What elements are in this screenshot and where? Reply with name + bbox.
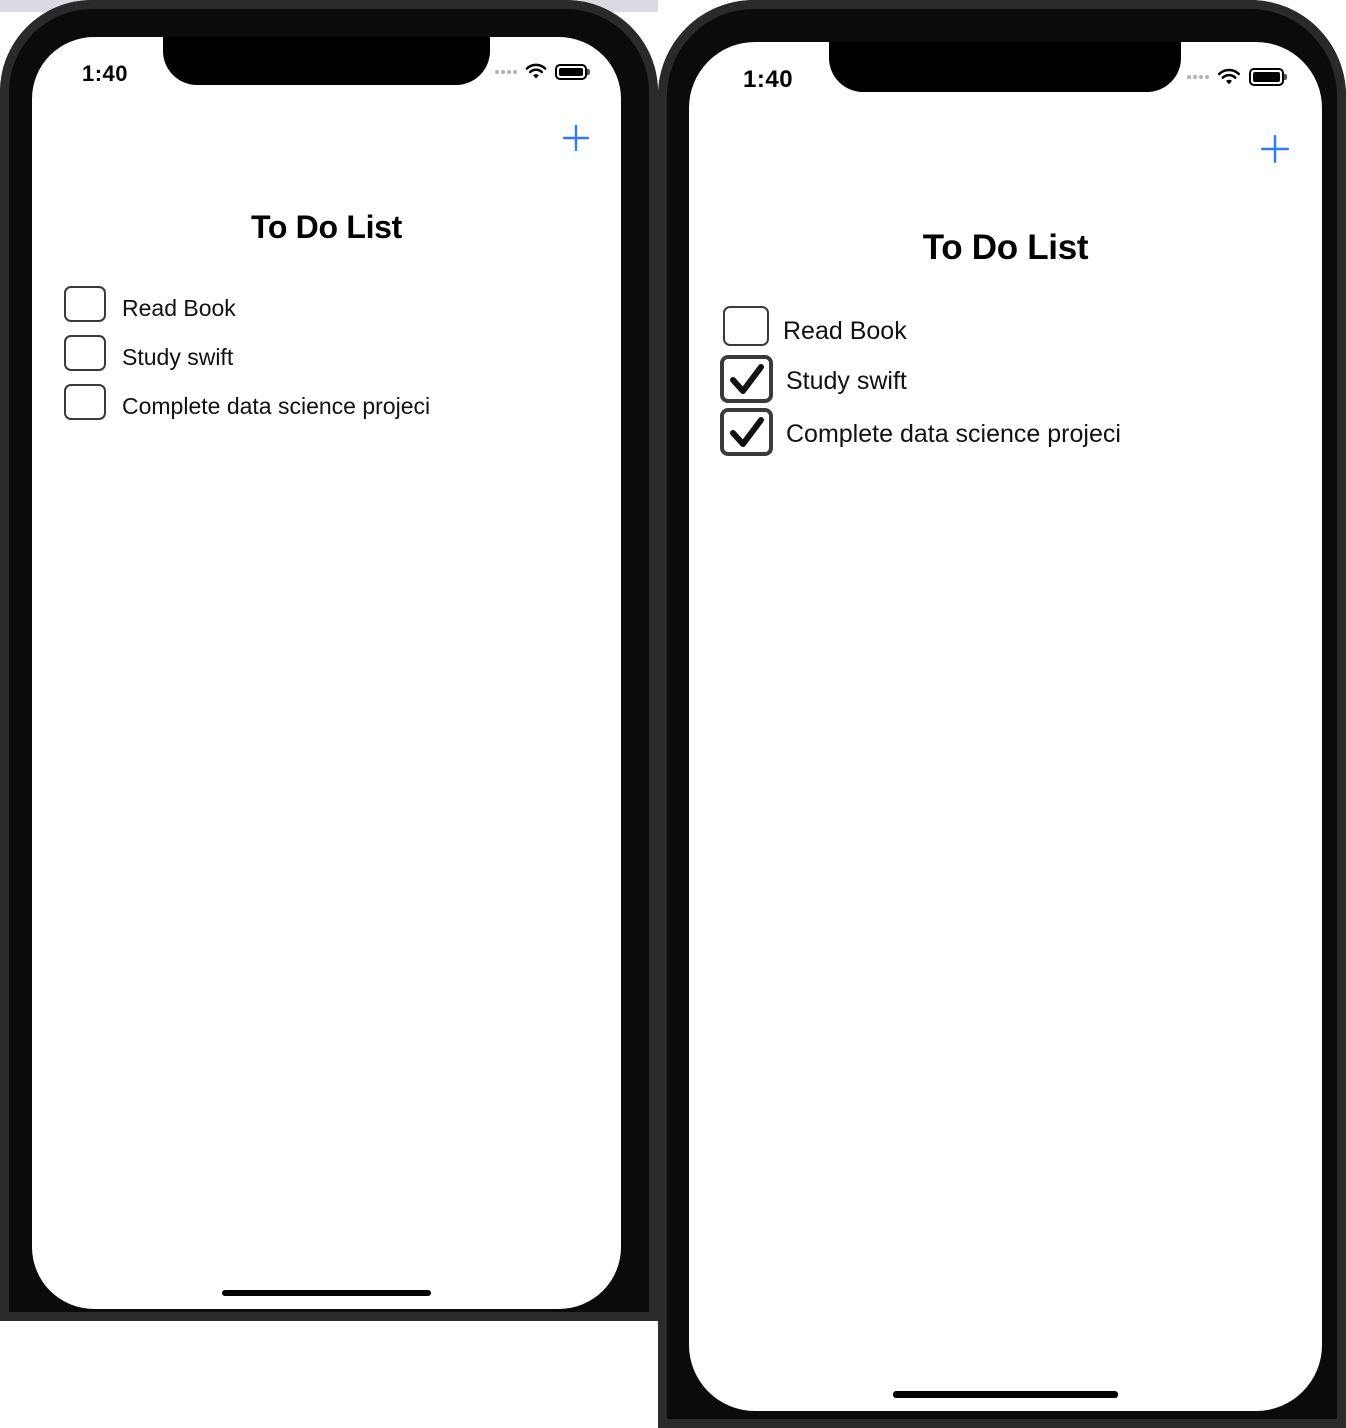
phone-screen-left: 1:40 To Do List Read Book Study swift Co… [32,37,621,1309]
todo-list: Read Book Study swift Complete data scie… [720,300,1121,458]
todo-item-label: Study swift [786,367,907,395]
checked-checkbox-icon[interactable] [720,354,773,403]
todo-item[interactable]: Read Book [64,279,430,328]
wifi-icon [525,63,547,79]
notch [163,37,490,85]
notch [829,42,1181,92]
cellular-signal-icon [1187,75,1209,79]
page-title: To Do List [250,209,403,245]
todo-list: Read Book Study swift Complete data scie… [64,279,430,426]
todo-item-label: Read Book [122,295,236,321]
plus-icon[interactable] [1260,134,1290,164]
unchecked-checkbox-icon[interactable] [64,383,106,420]
plus-icon[interactable] [562,124,590,152]
phone-frame-right: 1:40 To Do List Read Book Study swift Co… [658,0,1346,1428]
checked-checkbox-icon[interactable] [720,407,773,456]
status-time: 1:40 [82,61,129,86]
phone-frame-left: 1:40 To Do List Read Book Study swift Co… [0,0,658,1321]
todo-item[interactable]: Read Book [720,300,1121,352]
empty-area [0,1321,658,1428]
home-indicator [222,1290,431,1296]
status-time: 1:40 [743,66,794,93]
checkmark-icon [729,416,764,447]
phone-screen-right: 1:40 To Do List Read Book Study swift Co… [689,42,1322,1411]
checkmark-icon [729,363,764,394]
comparison-canvas: 1:40 To Do List Read Book Study swift Co… [0,0,1346,1428]
todo-item-label: Read Book [783,316,907,345]
home-indicator [893,1391,1118,1398]
status-icons [495,63,590,80]
page-title: To Do List [922,228,1089,267]
battery-icon [555,63,590,80]
todo-item-label: Complete data science projeci [122,393,431,419]
unchecked-checkbox-icon[interactable] [723,306,769,346]
wifi-icon [1217,68,1241,85]
cellular-signal-icon [495,69,517,74]
todo-item-label: Complete data science projeci [786,420,1121,448]
unchecked-checkbox-icon[interactable] [64,334,106,371]
todo-item[interactable]: Complete data science projeci [720,405,1121,458]
todo-item[interactable]: Complete data science projeci [64,377,430,426]
unchecked-checkbox-icon[interactable] [64,285,106,322]
battery-icon [1249,68,1287,86]
todo-item[interactable]: Study swift [64,328,430,377]
status-icons [1187,68,1287,86]
todo-item-label: Study swift [122,344,234,370]
todo-item[interactable]: Study swift [720,352,1121,405]
